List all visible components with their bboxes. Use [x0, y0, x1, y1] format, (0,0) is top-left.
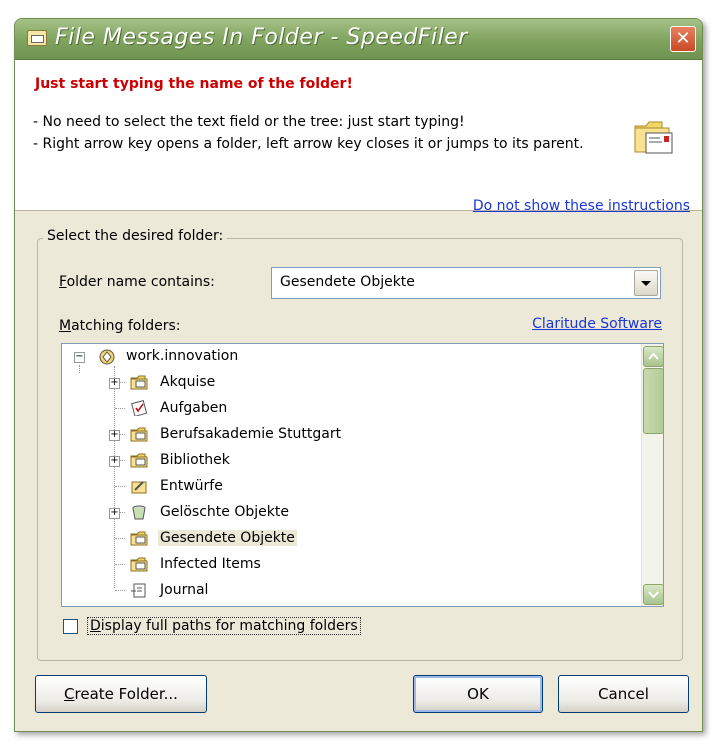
expand-icon[interactable]: +: [109, 430, 120, 441]
create-accel: C: [64, 685, 75, 703]
hide-instructions-link[interactable]: Do not show these instructions: [473, 198, 690, 214]
tree-item-label: Berufsakademie Stuttgart: [160, 426, 342, 442]
full-paths-label-text: isplay full paths for matching folders: [100, 618, 358, 634]
instructions-panel: Just start typing the name of the folder…: [15, 60, 702, 214]
scroll-thumb[interactable]: [643, 368, 663, 434]
tree-item-label: Gelöschte Objekte: [160, 504, 289, 520]
folder-name-label: Folder name contains:: [59, 274, 215, 290]
close-button[interactable]: ✕: [670, 26, 696, 52]
tree-item-label: Infected Items: [160, 556, 261, 572]
close-icon: ✕: [675, 28, 691, 49]
tasks-icon: [131, 400, 148, 416]
message-folder-icon: [634, 121, 673, 154]
full-paths-checkbox[interactable]: [63, 619, 78, 634]
folder-icon: [130, 453, 148, 468]
expand-icon[interactable]: +: [109, 508, 120, 519]
folder-name-combobox[interactable]: Gesendete Objekte: [271, 267, 661, 299]
full-paths-accel: D: [90, 618, 101, 634]
speedfiler-dialog: File Messages In Folder - SpeedFiler ✕ J…: [14, 18, 703, 732]
ok-button[interactable]: OK: [413, 675, 543, 713]
instruction-line-2: - Right arrow key opens a folder, left a…: [33, 136, 584, 152]
tree-scrollbar[interactable]: [641, 344, 663, 606]
group-label: Select the desired folder:: [43, 228, 228, 244]
matching-folders-label: Matching folders:: [59, 318, 180, 334]
expand-icon[interactable]: +: [109, 378, 120, 389]
dropdown-arrow-icon[interactable]: [634, 270, 658, 296]
matching-label-text: atching folders:: [71, 318, 181, 334]
tree-item-label: Aufgaben: [160, 400, 228, 416]
tree-item-label: Entwürfe: [160, 478, 223, 494]
folder-icon: [130, 557, 148, 572]
window-title: File Messages In Folder - SpeedFiler: [55, 25, 468, 50]
full-paths-label[interactable]: Display full paths for matching folders: [87, 617, 361, 635]
chevron-down-icon: [648, 591, 659, 599]
scroll-down-button[interactable]: [643, 584, 663, 605]
collapse-icon[interactable]: −: [74, 352, 85, 363]
claritude-link[interactable]: Claritude Software: [532, 316, 662, 332]
journal-icon: [131, 583, 146, 598]
window-app-icon: [27, 30, 47, 46]
tree-root-label: work.innovation: [126, 348, 239, 364]
tree-item-label: Bibliothek: [160, 452, 230, 468]
create-button-label: reate Folder...: [74, 685, 178, 703]
tree-item-label: Gesendete Objekte: [158, 530, 297, 546]
matching-accel: M: [59, 318, 72, 334]
folder-tree[interactable]: − work.innovation + Akquise Aufgaben + Beruf…: [61, 343, 664, 607]
folder-name-label-text: older name contains:: [66, 274, 215, 290]
instruction-line-1: - No need to select the text field or th…: [33, 114, 465, 130]
tree-item-label: Akquise: [160, 374, 216, 390]
expand-icon[interactable]: +: [109, 456, 120, 467]
folder-icon: [130, 375, 148, 390]
tree-item-label: Journal: [160, 582, 209, 598]
folder-icon: [130, 427, 148, 442]
drafts-icon: [131, 481, 147, 494]
trash-icon: [132, 505, 146, 520]
cancel-button[interactable]: Cancel: [558, 675, 689, 713]
mailbox-root-icon: [99, 349, 115, 365]
chevron-up-icon: [648, 352, 659, 360]
folder-name-input[interactable]: Gesendete Objekte: [280, 274, 415, 290]
create-folder-button[interactable]: Create Folder...: [35, 675, 207, 713]
instructions-heading: Just start typing the name of the folder…: [35, 76, 353, 92]
folder-name-accel: F: [59, 274, 67, 290]
scroll-up-button[interactable]: [643, 346, 663, 367]
title-bar[interactable]: File Messages In Folder - SpeedFiler ✕: [15, 19, 702, 60]
sent-folder-icon: [130, 531, 148, 546]
